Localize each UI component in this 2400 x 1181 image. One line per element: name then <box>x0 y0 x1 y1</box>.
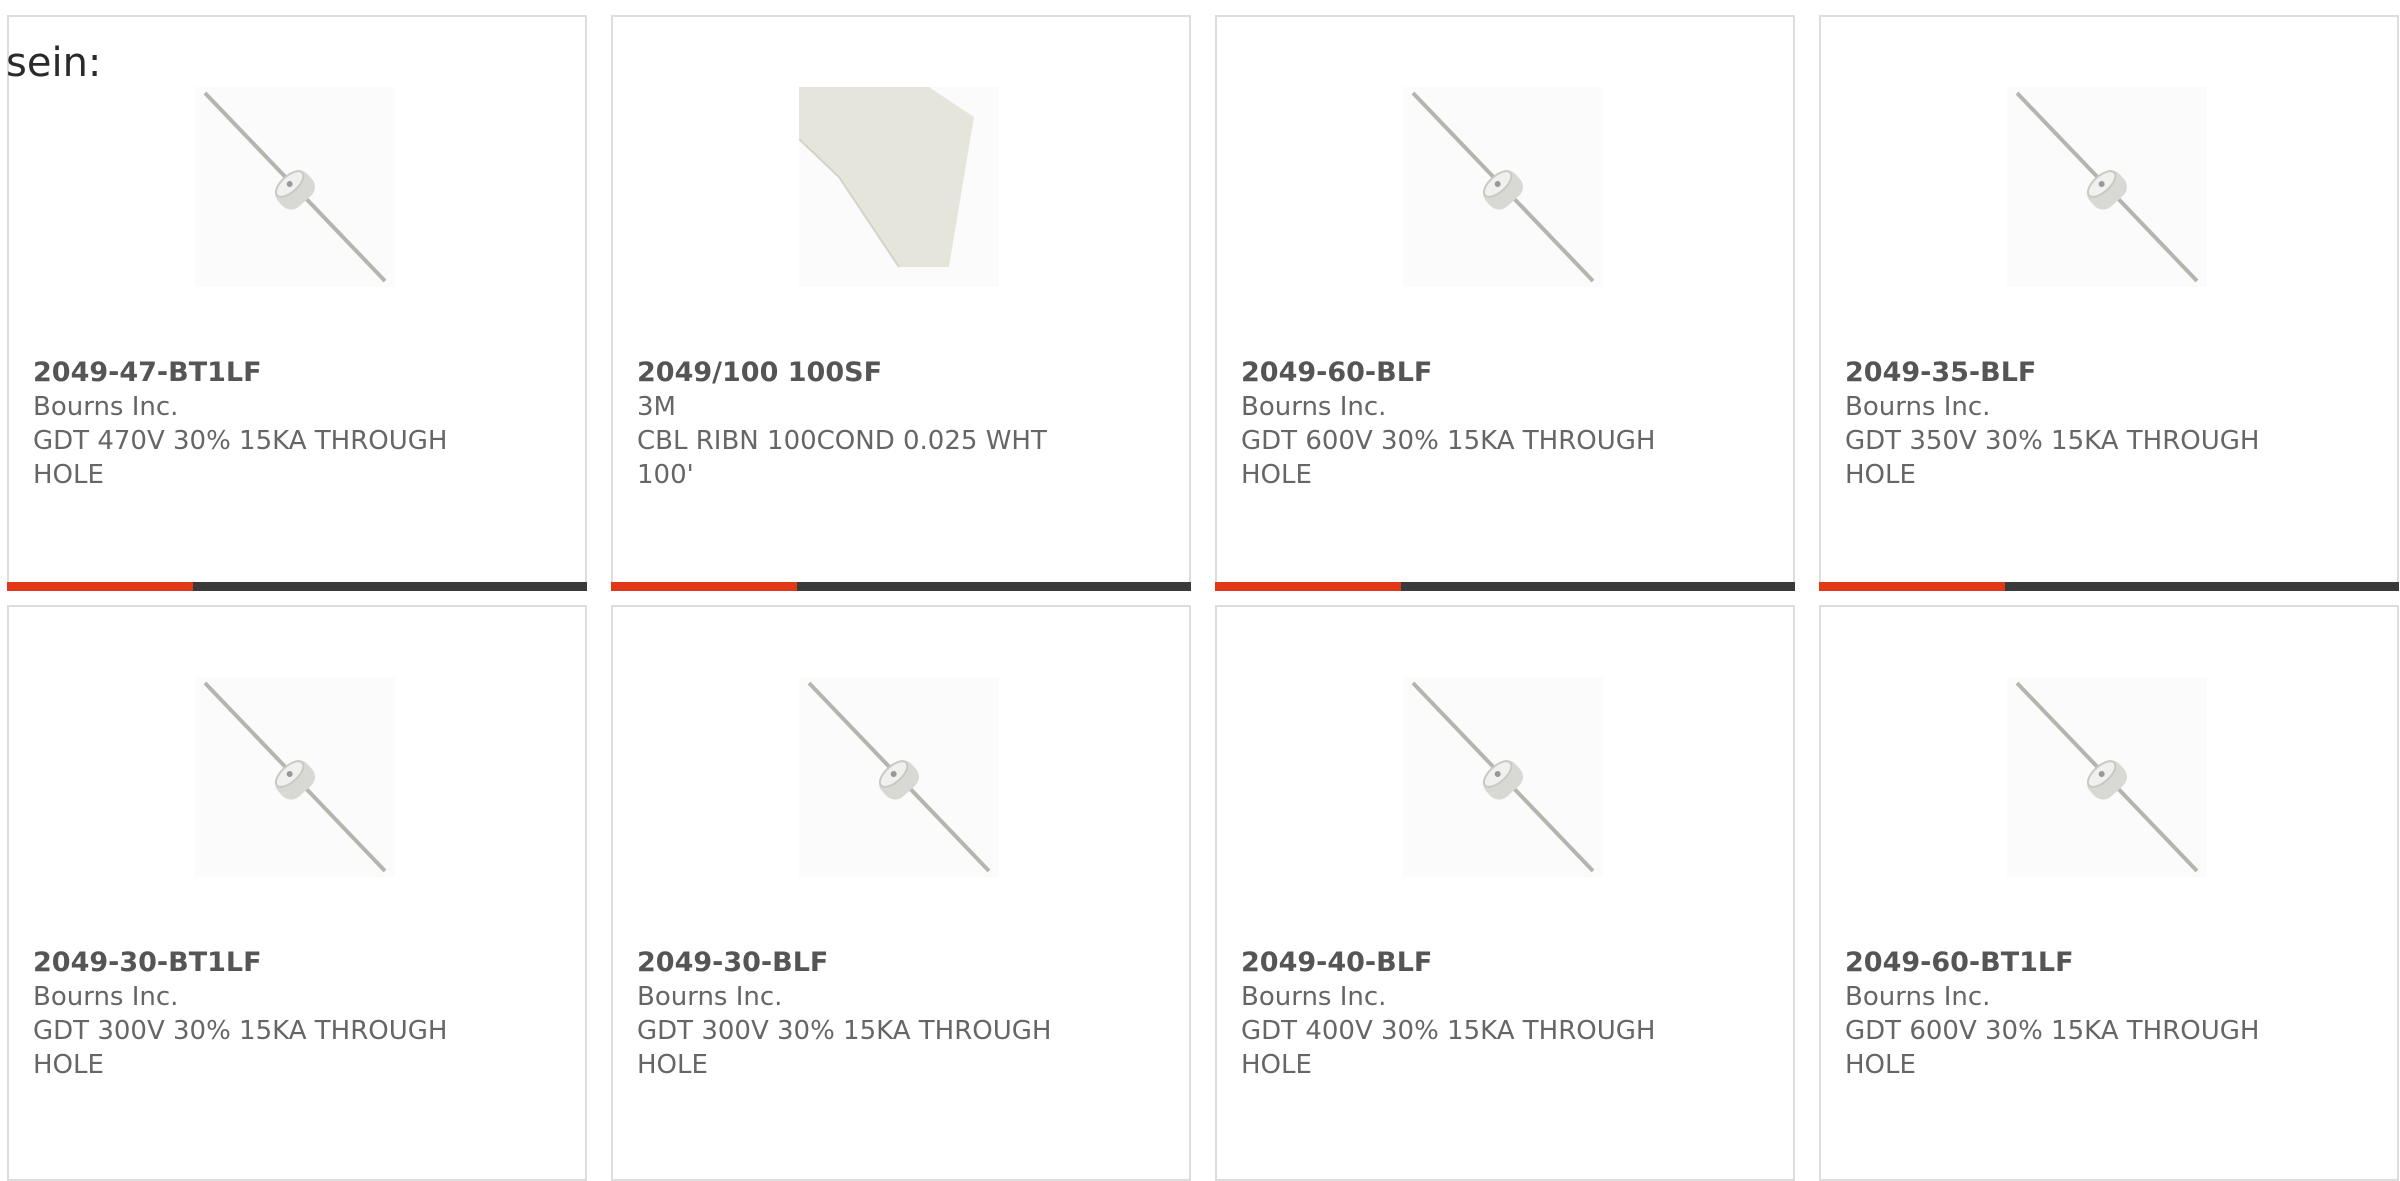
progress-bar <box>1215 582 1795 591</box>
description: GDT 300V 30% 15KA THROUGH HOLE <box>33 1016 448 1080</box>
product-card[interactable]: 2049-35-BLF Bourns Inc. GDT 350V 30% 15K… <box>1819 15 2399 591</box>
product-card[interactable]: 2049-47-BT1LF Bourns Inc. GDT 470V 30% 1… <box>7 15 587 591</box>
part-number[interactable]: 2049-47-BT1LF <box>33 356 453 390</box>
description: CBL RIBN 100COND 0.025 WHT 100' <box>637 426 1047 490</box>
description: GDT 600V 30% 15KA THROUGH HOLE <box>1241 426 1656 490</box>
manufacturer: Bourns Inc. <box>33 392 179 422</box>
progress-bar <box>611 582 1191 591</box>
progress-fill <box>611 582 797 591</box>
progress-fill <box>7 582 193 591</box>
progress-fill <box>1215 582 1401 591</box>
gas-discharge-tube-image[interactable] <box>1403 87 1603 287</box>
part-number[interactable]: 2049-60-BLF <box>1241 356 1661 390</box>
part-number[interactable]: 2049-60-BT1LF <box>1845 946 2265 980</box>
gas-discharge-tube-image[interactable] <box>2007 87 2207 287</box>
product-card[interactable]: 2049-40-BLF Bourns Inc. GDT 400V 30% 15K… <box>1215 605 1795 1181</box>
intro-text: sein: <box>6 40 102 86</box>
manufacturer: Bourns Inc. <box>1241 392 1387 422</box>
product-card[interactable]: 2049-30-BT1LF Bourns Inc. GDT 300V 30% 1… <box>7 605 587 1181</box>
product-grid: 2049-47-BT1LF Bourns Inc. GDT 470V 30% 1… <box>7 15 2399 1181</box>
gas-discharge-tube-image[interactable] <box>195 87 395 287</box>
progress-bar <box>1819 582 2399 591</box>
part-number[interactable]: 2049-30-BT1LF <box>33 946 453 980</box>
part-number[interactable]: 2049-30-BLF <box>637 946 1057 980</box>
gas-discharge-tube-image[interactable] <box>2007 677 2207 877</box>
product-card[interactable]: 2049-60-BLF Bourns Inc. GDT 600V 30% 15K… <box>1215 15 1795 591</box>
manufacturer: 3M <box>637 392 676 422</box>
part-number[interactable]: 2049-35-BLF <box>1845 356 2265 390</box>
manufacturer: Bourns Inc. <box>1845 392 1991 422</box>
description: GDT 600V 30% 15KA THROUGH HOLE <box>1845 1016 2260 1080</box>
gas-discharge-tube-image[interactable] <box>195 677 395 877</box>
gas-discharge-tube-image[interactable] <box>799 677 999 877</box>
progress-fill <box>1819 582 2005 591</box>
manufacturer: Bourns Inc. <box>33 982 179 1012</box>
product-card[interactable]: 2049-60-BT1LF Bourns Inc. GDT 600V 30% 1… <box>1819 605 2399 1181</box>
description: GDT 350V 30% 15KA THROUGH HOLE <box>1845 426 2260 490</box>
manufacturer: Bourns Inc. <box>1845 982 1991 1012</box>
product-card[interactable]: 2049-30-BLF Bourns Inc. GDT 300V 30% 15K… <box>611 605 1191 1181</box>
ribbon-cable-image[interactable] <box>799 87 999 287</box>
progress-bar <box>7 582 587 591</box>
part-number[interactable]: 2049/100 100SF <box>637 356 1057 390</box>
description: GDT 470V 30% 15KA THROUGH HOLE <box>33 426 448 490</box>
manufacturer: Bourns Inc. <box>637 982 783 1012</box>
manufacturer: Bourns Inc. <box>1241 982 1387 1012</box>
description: GDT 300V 30% 15KA THROUGH HOLE <box>637 1016 1052 1080</box>
description: GDT 400V 30% 15KA THROUGH HOLE <box>1241 1016 1656 1080</box>
part-number[interactable]: 2049-40-BLF <box>1241 946 1661 980</box>
product-card[interactable]: 2049/100 100SF 3M CBL RIBN 100COND 0.025… <box>611 15 1191 591</box>
gas-discharge-tube-image[interactable] <box>1403 677 1603 877</box>
